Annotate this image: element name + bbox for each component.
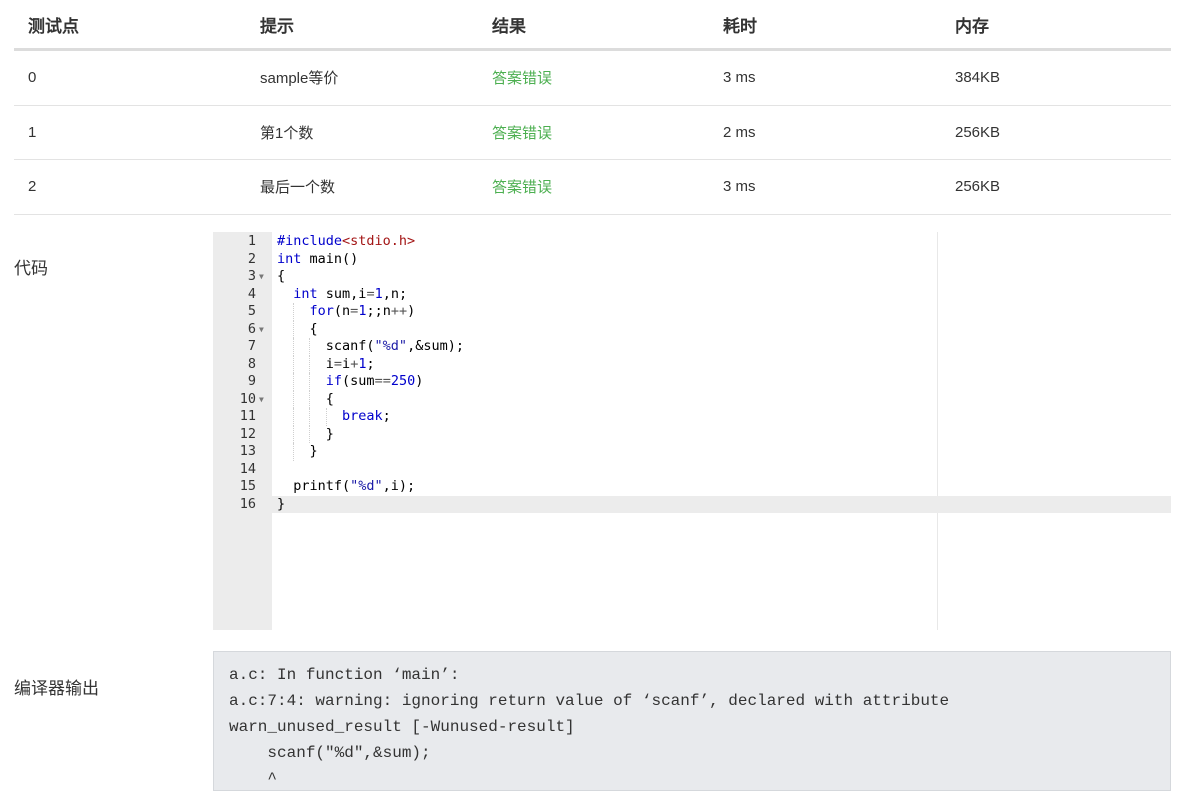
line-number: 13 (239, 443, 256, 459)
line-number: 7 (247, 338, 256, 354)
code-section-label: 代码 (14, 259, 48, 278)
code-line[interactable]: 14 (213, 461, 1171, 479)
line-number: 4 (247, 285, 256, 302)
table-row: 2 最后一个数 答案错误 3 ms 256KB (14, 160, 1171, 215)
line-number: 1 (247, 233, 256, 249)
fold-arrow-icon[interactable]: ▼ (259, 391, 264, 409)
line-number: 2 (247, 250, 256, 267)
code-line[interactable]: 11 break; (213, 408, 1171, 426)
compiler-output-line: scanf("%d",&sum); (229, 744, 431, 762)
header-result: 结果 (492, 16, 526, 36)
code-text: scanf("%d",&sum); (277, 338, 464, 354)
line-number: 6 (247, 320, 256, 337)
code-line[interactable]: 5 for(n=1;;n++) (213, 303, 1171, 321)
code-text: int main() (277, 250, 359, 267)
code-text: printf("%d",i); (277, 478, 416, 494)
table-row: 0 sample等价 答案错误 3 ms 384KB (14, 51, 1171, 106)
code-text: { (277, 320, 318, 337)
line-number: 8 (247, 355, 256, 372)
testcase-id: 1 (28, 123, 37, 141)
compiler-output-line: a.c: In function ‘main’: (229, 666, 460, 684)
testcase-time: 3 ms (723, 178, 756, 196)
code-line[interactable]: 2 int main() (213, 251, 1171, 269)
code-text: break; (342, 408, 391, 424)
code-text: { (277, 390, 334, 407)
compiler-output-line: warn_unused_result [-Wunused-result] (229, 718, 575, 736)
code-line[interactable]: 10 ▼ { (213, 390, 1171, 409)
testcase-hint: 最后一个数 (260, 179, 336, 197)
testcase-id: 2 (28, 178, 37, 196)
testcase-id: 0 (28, 69, 37, 87)
header-hint: 提示 (260, 16, 294, 36)
line-number: 9 (247, 373, 256, 389)
code-text: } (277, 495, 286, 512)
testcase-time: 2 ms (723, 123, 756, 141)
line-number: 14 (239, 460, 256, 477)
compiler-output: a.c: In function ‘main’: a.c:7:4: warning… (213, 651, 1171, 791)
code-line[interactable]: 3 ▼ { (213, 268, 1171, 286)
compiler-output-line: ^ (229, 770, 278, 788)
code-line[interactable]: 1 #include<stdio.h> (213, 233, 1171, 251)
testcase-result: 答案错误 (492, 70, 553, 88)
code-text: #include<stdio.h> (277, 233, 416, 249)
code-text: { (277, 268, 286, 284)
code-line[interactable]: 15 printf("%d",i); (213, 478, 1171, 496)
compiler-section-label: 编译器输出 (14, 679, 99, 698)
code-line[interactable]: 4 int sum,i=1,n; (213, 286, 1171, 304)
line-number: 15 (239, 478, 256, 494)
testcase-hint: sample等价 (260, 70, 339, 88)
line-number: 5 (247, 303, 256, 319)
code-line[interactable]: 6 ▼ { (213, 320, 1171, 339)
table-row: 1 第1个数 答案错误 2 ms 256KB (14, 106, 1171, 160)
fold-arrow-icon[interactable]: ▼ (259, 321, 264, 339)
testcase-memory: 256KB (955, 178, 1001, 196)
code-line[interactable]: 9 if(sum==250) (213, 373, 1171, 391)
code-line[interactable]: 7 scanf("%d",&sum); (213, 338, 1171, 356)
line-number: 3 (247, 268, 256, 284)
code-text: for(n=1;;n++) (309, 303, 416, 319)
code-text: } (277, 443, 318, 459)
line-number: 16 (239, 495, 256, 512)
testcase-result: 答案错误 (492, 124, 553, 142)
line-number: 11 (239, 408, 256, 424)
header-time: 耗时 (723, 16, 757, 36)
testcase-result: 答案错误 (492, 179, 553, 197)
code-line[interactable]: 12 } (213, 425, 1171, 443)
code-line[interactable]: 8 i=i+1; (213, 355, 1171, 373)
testcase-hint: 第1个数 (260, 124, 314, 142)
fold-arrow-icon[interactable]: ▼ (259, 268, 264, 286)
line-number: 12 (239, 425, 256, 442)
compiler-output-line: a.c:7:4: warning: ignoring return value … (229, 692, 950, 710)
results-table: 测试点 提示 结果 耗时 内存 0 sample等价 答案错误 3 ms 384… (14, 0, 1171, 215)
code-text: int sum,i=1,n; (293, 285, 408, 302)
testcase-memory: 256KB (955, 123, 1001, 141)
header-memory: 内存 (955, 16, 989, 36)
code-line[interactable]: 13 } (213, 443, 1171, 461)
code-text: i=i+1; (277, 355, 375, 372)
code-text: if(sum==250) (325, 373, 424, 389)
code-editor[interactable]: 1 #include<stdio.h> 2 int main() 3 ▼{4 int su… (213, 232, 1171, 630)
results-table-header: 测试点 提示 结果 耗时 内存 (14, 0, 1171, 51)
code-text: } (277, 425, 334, 442)
testcase-time: 3 ms (723, 69, 756, 87)
testcase-memory: 384KB (955, 69, 1001, 87)
code-line[interactable]: 16} (213, 495, 1171, 513)
header-testcase: 测试点 (28, 16, 79, 36)
line-number: 10 (239, 390, 256, 407)
